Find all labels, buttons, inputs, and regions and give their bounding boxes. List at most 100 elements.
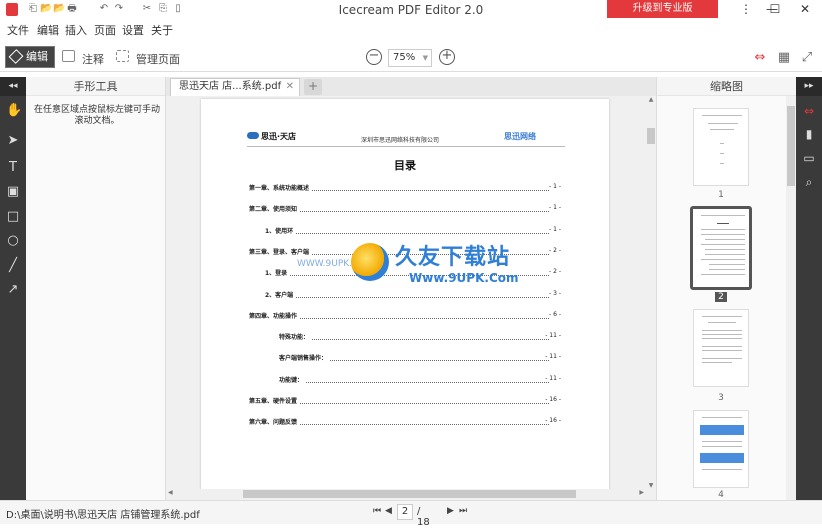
menu-file[interactable]: 文件 [7, 22, 29, 38]
thumbnail-page-4[interactable] [693, 410, 749, 488]
fit-width-icon[interactable]: ⇔ [752, 50, 768, 65]
scroll-down-icon[interactable]: ▼ [646, 482, 656, 489]
manage-pages-button[interactable]: 管理页面 [136, 51, 180, 67]
toc-entry-page: - 2 - [547, 268, 561, 276]
annotate-button[interactable]: 注释 [82, 51, 104, 67]
arrow-tool-icon[interactable]: ↗ [6, 283, 20, 297]
toc-entry-text: 1、登录 [265, 270, 290, 278]
ellipse-tool-icon[interactable]: ○ [6, 234, 20, 248]
document-tab[interactable]: 思迅天店 店...系统.pdf ✕ [170, 78, 300, 96]
title-bar: ⎗ 📂 📂 🖶 ↶ ↷ ✂ ⎘ ▯ Icecream PDF Editor 2.… [0, 0, 822, 20]
file-path: D:\桌面\说明书\思迅天店 店铺管理系统.pdf [6, 510, 200, 521]
pdf-page: 思迅·天店 深圳市思迅网络科技有限公司 思迅网络 目录 第一章、系统功能概述 - … [201, 99, 609, 494]
expand-right-button[interactable]: ▸▸ [796, 77, 822, 96]
watermark-logo-icon [351, 243, 389, 281]
rectangle-tool-icon[interactable]: □ [6, 210, 20, 224]
thumbnail-page-3[interactable] [693, 309, 749, 387]
thumbnail-label-2: 2 [715, 292, 727, 302]
toc-entry-text: 第六章、问题反馈 [249, 419, 300, 427]
toc-entry-page: - 1 - [547, 183, 561, 190]
grid-pages-icon [116, 50, 129, 62]
toc-entry-text: 2、客户端 [265, 291, 296, 299]
zoom-out-button[interactable]: − [366, 49, 382, 65]
thumbnails-title: 缩略图 [657, 77, 796, 96]
menu-insert[interactable]: 插入 [65, 22, 87, 38]
toc-row: 第二章、使用须知 - 1 - [249, 204, 561, 214]
page-number-input[interactable]: 2 [397, 504, 413, 520]
zoom-in-button[interactable]: + [439, 49, 455, 65]
thumbnails-panel: 缩略图 1 2 3 4 [656, 77, 796, 500]
edit-mode-button[interactable]: 编辑 [5, 46, 55, 68]
scroll-up-icon[interactable]: ▲ [646, 96, 656, 103]
toc-row: 第五章、硬件设置 - 16 - [249, 396, 561, 406]
menu-edit[interactable]: 编辑 [37, 22, 59, 38]
toc-row: 客户端销售操作： - 11 - [279, 353, 561, 363]
tool-panel-title: 手形工具 [26, 77, 165, 96]
add-tab-button[interactable]: + [304, 79, 322, 95]
toc-entry-text: 1、使用环 [265, 227, 296, 235]
search-icon[interactable]: ⌕ [802, 175, 816, 189]
toc-row: 1、使用环 - 1 - [265, 225, 561, 236]
toc-entry-text: 第五章、硬件设置 [249, 398, 300, 405]
document-viewer[interactable]: 思迅·天店 深圳市思迅网络科技有限公司 思迅网络 目录 第一章、系统功能概述 - … [166, 96, 656, 500]
status-bar: D:\桌面\说明书\思迅天店 店铺管理系统.pdf ⏮ ◀ 2 / 18 ▶ ⏭ [0, 500, 822, 528]
text-tool-icon[interactable]: T [6, 161, 20, 175]
scroll-right-icon[interactable]: ▶ [639, 489, 644, 496]
tab-label: 思迅天店 店...系统.pdf [179, 81, 282, 92]
cloud-logo-icon [247, 132, 259, 139]
watermark-url: Www.9UPK.Com [409, 271, 519, 285]
horizontal-scrollbar[interactable]: ◀ ▶ [166, 489, 646, 499]
doc-logo-right: 思迅网络 [504, 132, 536, 141]
comment-icon [62, 50, 75, 62]
grid-view-icon[interactable]: ▦ [776, 50, 792, 65]
watermark-text: 久友下载站 [395, 245, 511, 270]
select-arrow-icon[interactable]: ➤ [6, 134, 20, 148]
toc-entry-page: - 11 - [543, 374, 561, 382]
toc-entry-page: - 1 - [547, 204, 561, 212]
more-options-icon[interactable]: ⋮ [734, 1, 758, 18]
vertical-scrollbar[interactable]: ▲ ▼ [646, 96, 656, 489]
toc-row: 功能键： - 11 - [279, 374, 561, 385]
first-page-button[interactable]: ⏮ [373, 506, 381, 516]
close-button[interactable]: ✕ [793, 1, 817, 18]
menu-about[interactable]: 关于 [151, 22, 173, 38]
bookmark-icon[interactable]: ▮ [802, 127, 816, 141]
thumbnail-page-1[interactable] [693, 108, 749, 186]
horizontal-scroll-thumb[interactable] [243, 490, 576, 498]
prev-page-button[interactable]: ◀ [385, 506, 392, 516]
fullscreen-icon[interactable]: ⤢ [799, 50, 815, 65]
maximize-button[interactable]: ☐ [763, 1, 787, 18]
thumbnails-scrollbar[interactable] [786, 96, 796, 500]
tool-panel: 手形工具 在任意区域点按鼠标左键可手动滚动文档。 [26, 77, 166, 500]
collapse-left-button[interactable]: ◂◂ [0, 77, 26, 96]
pages-icon[interactable]: ⇔ [802, 104, 816, 118]
last-page-button[interactable]: ⏭ [459, 506, 467, 516]
thumbnail-page-2[interactable] [690, 206, 752, 290]
toc-entry-page: - 1 - [547, 225, 561, 233]
close-tab-icon[interactable]: ✕ [286, 79, 294, 95]
toc-entry-page: - 3 - [547, 289, 561, 297]
toc-entry-text: 第三章、登录、客户端 [249, 248, 312, 256]
toc-entry-text: 第一章、系统功能概述 [249, 185, 312, 192]
image-tool-icon[interactable]: ▣ [6, 185, 20, 199]
hand-tool-icon[interactable]: ✋ [6, 104, 22, 118]
zoom-select[interactable]: 75% ▼ [388, 49, 432, 67]
thumbnails-scroll-thumb[interactable] [787, 106, 795, 186]
thumbnail-label-3: 3 [718, 393, 724, 403]
menu-page[interactable]: 页面 [94, 22, 116, 38]
line-tool-icon[interactable]: ╱ [6, 259, 20, 273]
vertical-scroll-thumb[interactable] [647, 128, 655, 144]
toc-entry-text: 客户端销售操作： [279, 355, 330, 363]
toc-entry-page: - 16 - [543, 417, 561, 425]
watermark: 久友下载站 Www.9UPK.Com [351, 239, 631, 299]
comment-panel-icon[interactable]: ▭ [802, 151, 816, 165]
menu-settings[interactable]: 设置 [122, 22, 144, 38]
toc-row: 第六章、问题反馈 - 16 - [249, 417, 561, 427]
upgrade-button[interactable]: 升级到专业版 [607, 0, 718, 18]
hand-tool-hint: 在任意区域点按鼠标左键可手动滚动文档。 [34, 105, 161, 126]
next-page-button[interactable]: ▶ [447, 506, 454, 516]
zoom-value: 75% [393, 52, 416, 63]
scroll-left-icon[interactable]: ◀ [168, 489, 173, 496]
main-toolbar: 编辑 注释 管理页面 − 75% ▼ + ⇔ ▦ ⤢ [0, 44, 822, 72]
pencil-icon [8, 49, 24, 64]
